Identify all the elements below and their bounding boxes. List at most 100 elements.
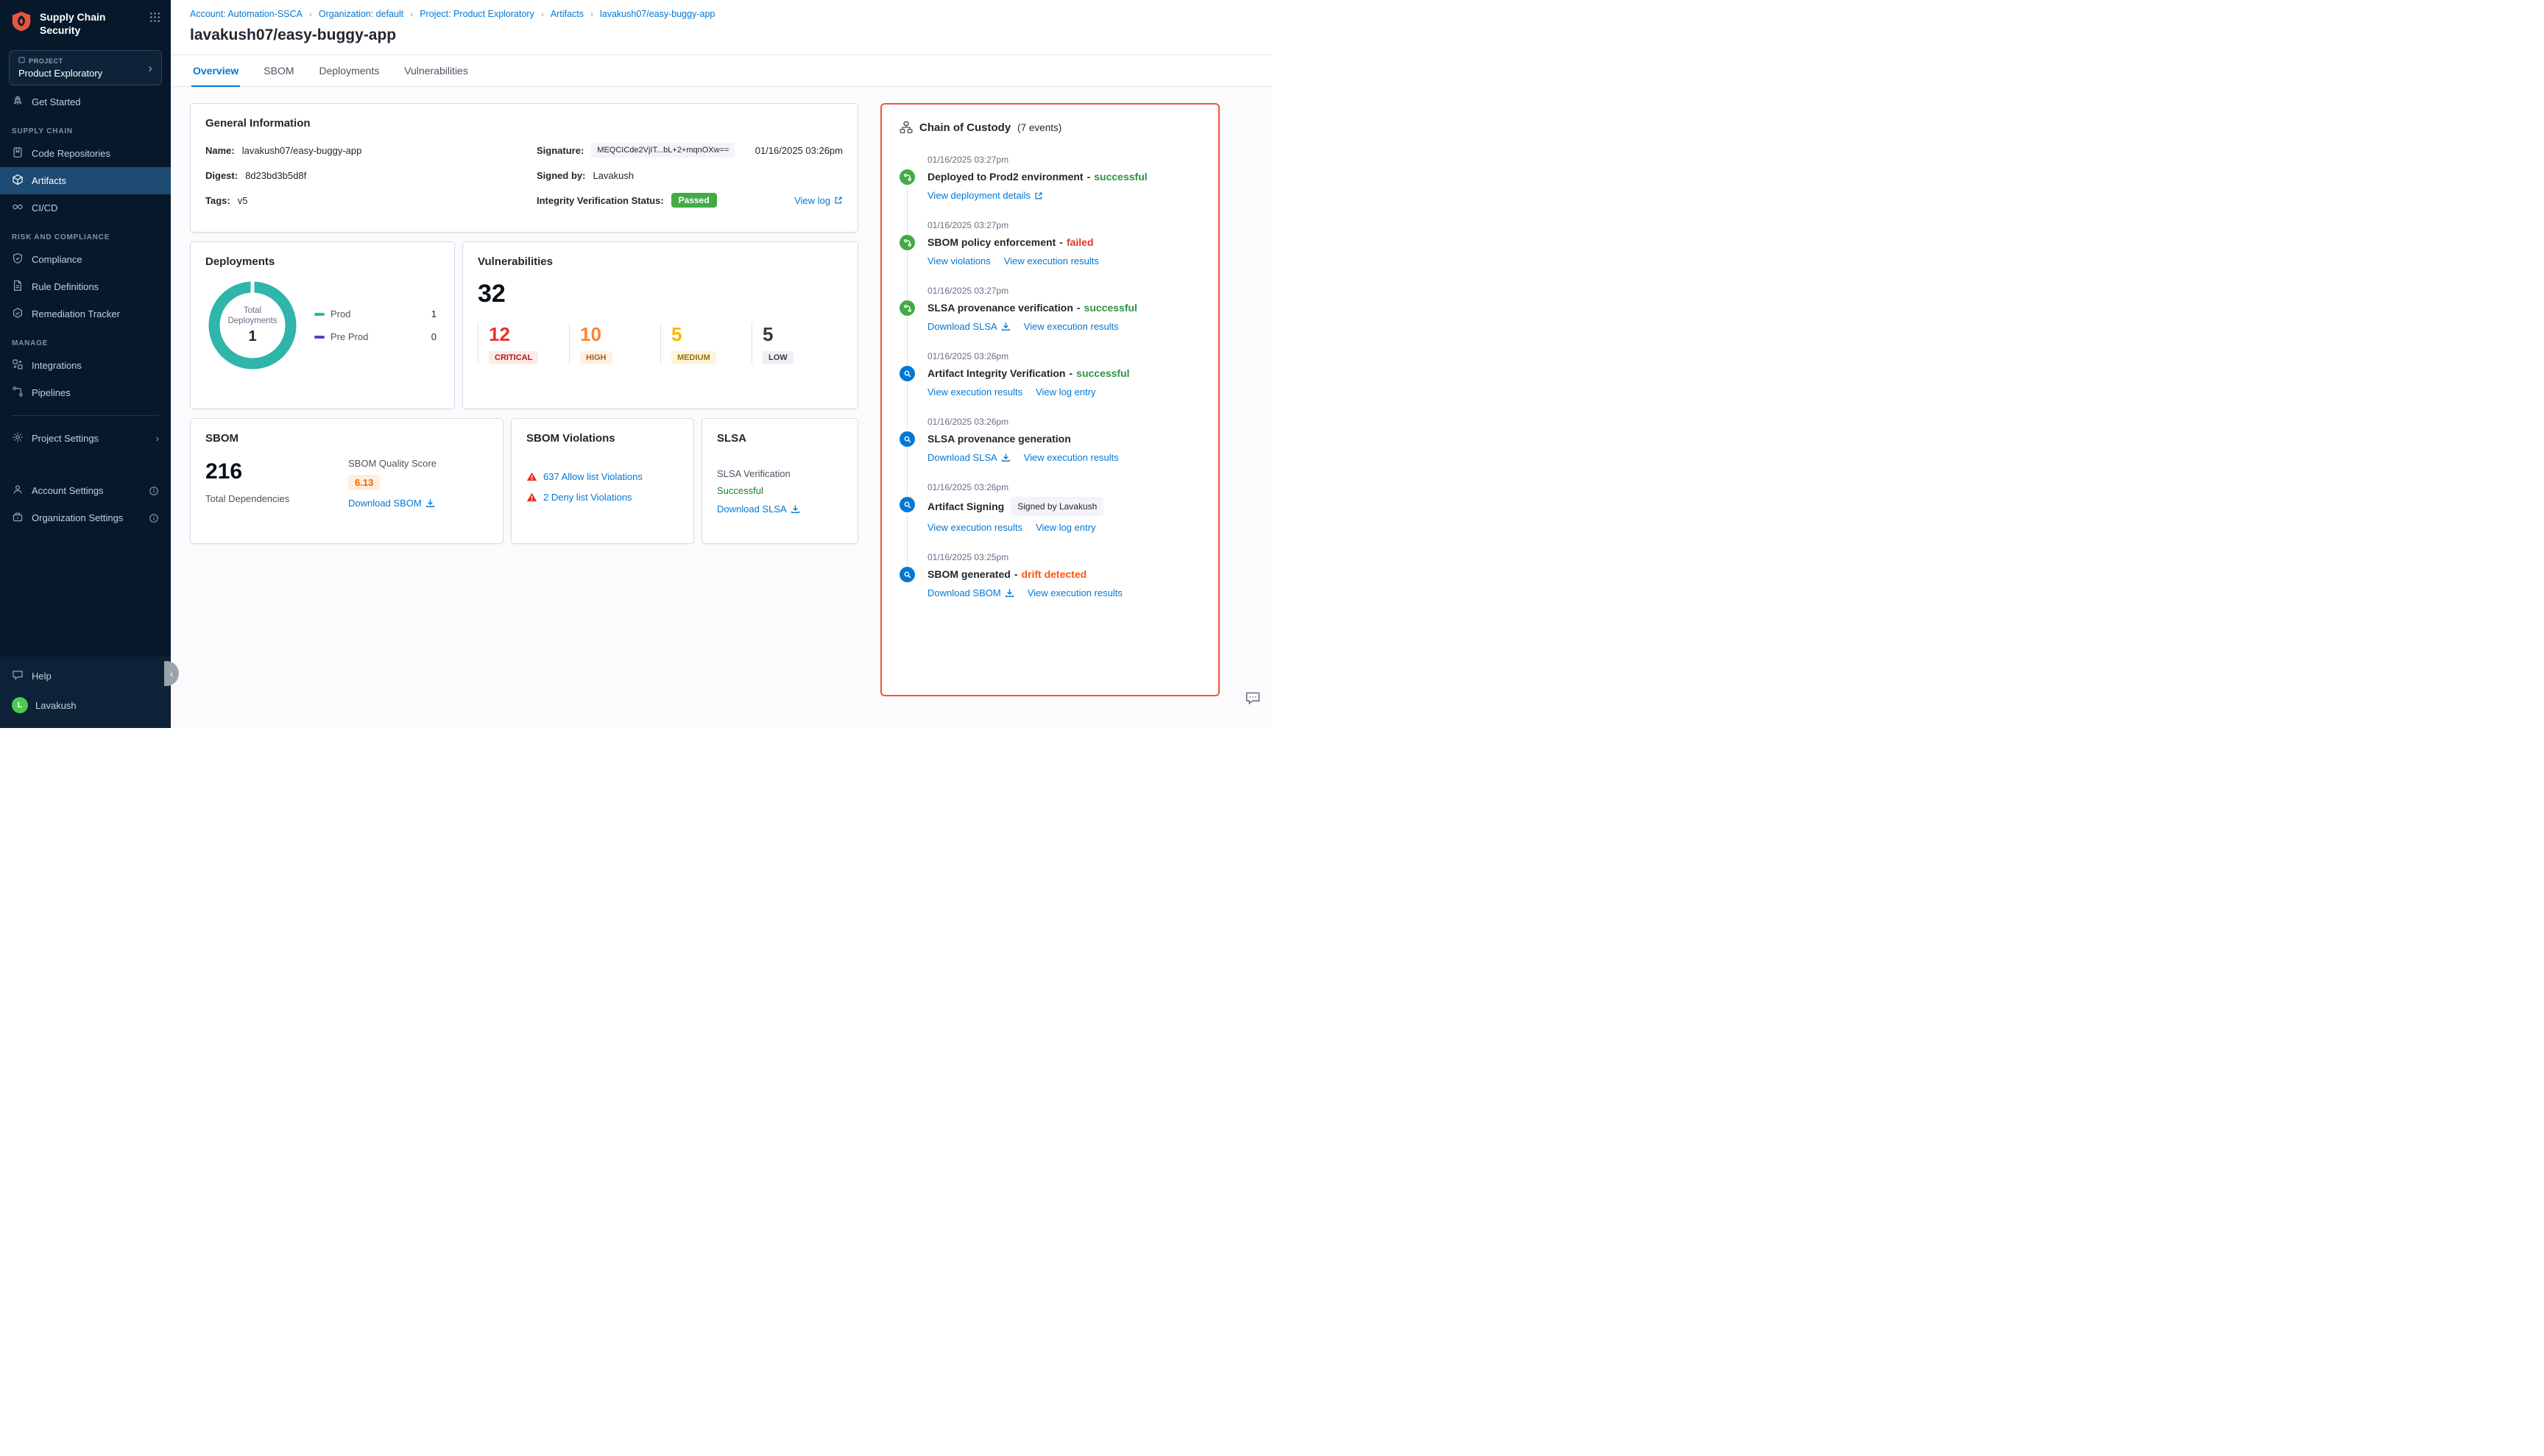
sidebar-item-code-repositories[interactable]: Code Repositories <box>0 140 171 167</box>
view-execution-results-link[interactable]: View execution results <box>1028 587 1123 598</box>
view-violations-link[interactable]: View violations <box>928 255 991 266</box>
download-sbom-link[interactable]: Download SBOM <box>348 498 488 509</box>
signed-by-value: Lavakush <box>593 170 634 181</box>
view-execution-results-link[interactable]: View execution results <box>1024 321 1119 332</box>
sidebar-item-artifacts[interactable]: Artifacts <box>0 167 171 194</box>
signature-value: MEQCICde2VjIT...bL+2+mqnOXw== <box>591 143 735 158</box>
vulnerabilities-card: Vulnerabilities 32 12 CRITICAL 10 HIGH <box>462 241 858 409</box>
download-slsa-link[interactable]: Download SLSA <box>928 452 1011 463</box>
view-log-entry-link[interactable]: View log entry <box>1036 522 1095 533</box>
name-label: Name: <box>205 145 235 156</box>
external-link-icon <box>1034 191 1043 200</box>
sidebar-item-label: Pipelines <box>32 387 71 398</box>
sidebar-item-label: Help <box>32 671 52 682</box>
sidebar-item-organization-settings[interactable]: Organization Settings <box>0 504 171 531</box>
breadcrumb-project[interactable]: Project: Product Exploratory <box>420 9 534 19</box>
tags-value: v5 <box>238 195 248 206</box>
sidebar-item-project-settings[interactable]: Project Settings › <box>0 425 171 452</box>
artifact-name-value: lavakush07/easy-buggy-app <box>242 145 362 156</box>
organization-icon <box>12 511 24 525</box>
overview-left-column: General Information Name: lavakush07/eas… <box>190 103 858 712</box>
breadcrumb-artifacts[interactable]: Artifacts <box>551 9 584 19</box>
sidebar-item-rule-definitions[interactable]: Rule Definitions <box>0 273 171 300</box>
breadcrumb-account[interactable]: Account: Automation-SSCA <box>190 9 303 19</box>
view-execution-results-link[interactable]: View execution results <box>1024 452 1119 463</box>
severity-medium: 5 MEDIUM <box>660 323 743 364</box>
slsa-verification-label: SLSA Verification <box>717 468 843 479</box>
sidebar-item-remediation-tracker[interactable]: Remediation Tracker <box>0 300 171 328</box>
view-deployment-details-link[interactable]: View deployment details <box>928 190 1043 201</box>
sidebar-section-risk-compliance: RISK AND COMPLIANCE <box>0 222 171 246</box>
sidebar-item-get-started[interactable]: Get Started <box>0 88 171 116</box>
breadcrumb-current[interactable]: lavakush07/easy-buggy-app <box>600 9 715 19</box>
breadcrumb-separator-icon: › <box>410 9 413 19</box>
sidebar-item-account-settings[interactable]: Account Settings <box>0 477 171 504</box>
sidebar-item-cicd[interactable]: CI/CD <box>0 194 171 222</box>
view-execution-results-link[interactable]: View execution results <box>928 386 1022 397</box>
project-icon <box>18 57 25 65</box>
total-deployments-value: 1 <box>248 328 256 345</box>
download-slsa-link[interactable]: Download SLSA <box>717 503 800 515</box>
allow-list-violations-link[interactable]: 637 Allow list Violations <box>543 471 643 482</box>
breadcrumb-organization[interactable]: Organization: default <box>319 9 403 19</box>
sbom-total-dependencies-label: Total Dependencies <box>205 493 348 504</box>
sidebar-item-compliance[interactable]: Compliance <box>0 246 171 273</box>
deny-list-violations-link[interactable]: 2 Deny list Violations <box>543 492 632 503</box>
project-selector[interactable]: PROJECT Product Exploratory › <box>9 50 162 85</box>
legend-swatch <box>314 313 325 316</box>
tags-label: Tags: <box>205 195 230 206</box>
pipeline-success-icon <box>900 235 915 250</box>
avatar: L <box>12 697 28 713</box>
pipelines-icon <box>12 386 24 400</box>
download-slsa-link[interactable]: Download SLSA <box>928 321 1011 332</box>
tab-vulnerabilities[interactable]: Vulnerabilities <box>403 55 470 86</box>
chevron-right-icon: › <box>156 433 159 444</box>
scan-icon <box>900 431 915 447</box>
scan-icon <box>900 567 915 582</box>
sidebar-spacer <box>0 452 171 477</box>
sbom-card: SBOM 216 Total Dependencies SBOM Quality… <box>190 418 504 544</box>
info-icon <box>149 513 159 523</box>
user-menu[interactable]: L Lavakush <box>0 690 171 721</box>
digest-label: Digest: <box>205 170 238 181</box>
tab-deployments[interactable]: Deployments <box>318 55 381 86</box>
content-area: General Information Name: lavakush07/eas… <box>171 87 1272 728</box>
sidebar-item-label: Account Settings <box>32 485 104 496</box>
sidebar-item-pipelines[interactable]: Pipelines <box>0 379 171 406</box>
slsa-card: SLSA SLSA Verification Successful Downlo… <box>702 418 858 544</box>
download-icon <box>1005 588 1014 598</box>
sidebar-item-integrations[interactable]: Integrations <box>0 352 171 379</box>
feedback-chat-icon[interactable] <box>1244 689 1262 709</box>
deployments-card: Deployments Total Deploy <box>190 241 455 409</box>
view-log-entry-link[interactable]: View log entry <box>1036 386 1095 397</box>
sidebar-item-help[interactable]: Help <box>0 662 171 690</box>
deployments-legend: Prod 1 Pre Prod 0 <box>314 308 439 342</box>
external-link-icon <box>834 196 843 205</box>
main-area: Account: Automation-SSCA › Organization:… <box>171 0 1272 728</box>
page-header: Account: Automation-SSCA › Organization:… <box>171 0 1272 55</box>
custody-event-slsa-verification: 01/16/2025 03:27pm SLSA provenance verif… <box>900 286 1201 332</box>
download-sbom-link[interactable]: Download SBOM <box>928 587 1014 598</box>
app-switcher-icon[interactable] <box>149 12 160 25</box>
breadcrumb-separator-icon: › <box>541 9 544 19</box>
download-icon <box>1001 453 1011 462</box>
gear-icon <box>12 431 24 445</box>
download-icon <box>1001 322 1011 331</box>
sidebar-footer: Help L Lavakush <box>0 657 171 728</box>
sidebar-divider <box>12 415 159 416</box>
legend-item-prod: Prod 1 <box>314 308 437 319</box>
hexagon-check-icon <box>12 307 24 321</box>
sidebar-item-label: CI/CD <box>32 202 57 213</box>
tab-bar: Overview SBOM Deployments Vulnerabilitie… <box>171 55 1272 87</box>
view-execution-results-link[interactable]: View execution results <box>928 522 1022 533</box>
tab-overview[interactable]: Overview <box>191 55 240 86</box>
severity-critical: 12 CRITICAL <box>478 323 560 364</box>
scan-icon <box>900 497 915 512</box>
card-title: SBOM <box>205 432 488 445</box>
chain-of-custody-title: Chain of Custody <box>919 121 1011 134</box>
breadcrumb-separator-icon: › <box>309 9 312 19</box>
chevron-right-icon: › <box>148 62 152 74</box>
tab-sbom[interactable]: SBOM <box>262 55 295 86</box>
view-log-link[interactable]: View log <box>794 195 843 206</box>
view-execution-results-link[interactable]: View execution results <box>1004 255 1099 266</box>
